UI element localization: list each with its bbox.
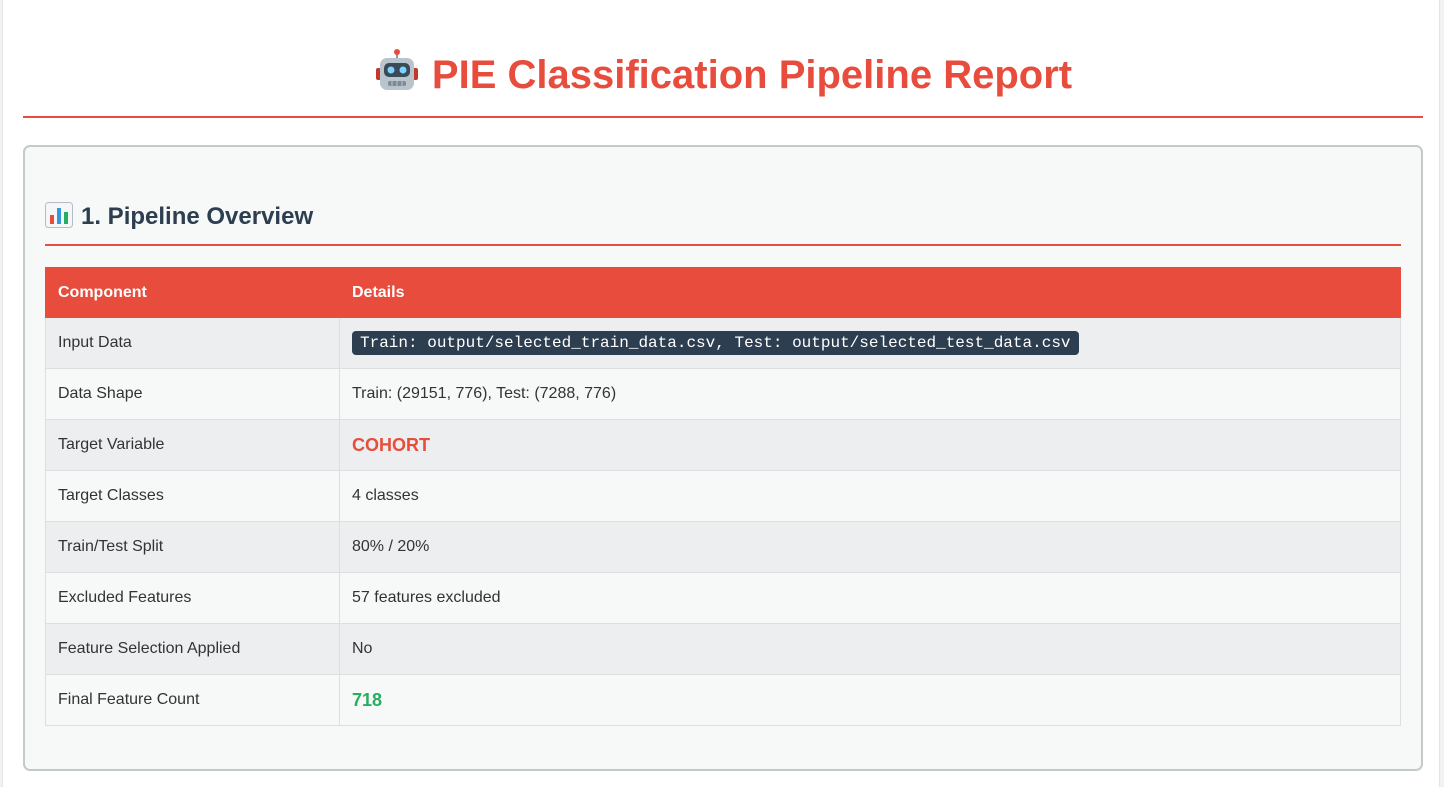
table-row: Target Classes 4 classes: [45, 470, 1401, 522]
table-row: Input Data Train: output/selected_train_…: [45, 317, 1401, 369]
row-value: COHORT: [339, 419, 1401, 471]
section-heading-text: 1. Pipeline Overview: [81, 203, 314, 230]
table-row: Target Variable COHORT: [45, 419, 1401, 471]
row-label: Target Variable: [45, 419, 340, 471]
row-value: Train: (29151, 776), Test: (7288, 776): [339, 368, 1401, 420]
pipeline-overview-section: 1. Pipeline Overview Component Details I…: [23, 145, 1423, 771]
row-label: Excluded Features: [45, 572, 340, 624]
row-label: Input Data: [45, 317, 340, 369]
row-value: Train: output/selected_train_data.csv, T…: [339, 317, 1401, 369]
robot-icon: [375, 49, 418, 90]
page-title: PIE Classification Pipeline Report: [23, 48, 1423, 101]
page-title-text: PIE Classification Pipeline Report: [431, 53, 1073, 97]
input-data-code: Train: output/selected_train_data.csv, T…: [352, 331, 1079, 355]
row-value: 4 classes: [339, 470, 1401, 522]
row-label: Final Feature Count: [45, 674, 340, 726]
pipeline-overview-table: Component Details Input Data Train: outp…: [45, 267, 1401, 726]
table-header-row: Component Details: [45, 267, 1401, 318]
title-divider: [23, 116, 1423, 118]
report-page: PIE Classification Pipeline Report 1. Pi…: [2, 0, 1440, 787]
row-label: Target Classes: [45, 470, 340, 522]
row-label: Data Shape: [45, 368, 340, 420]
row-label: Feature Selection Applied: [45, 623, 340, 675]
column-header-details: Details: [339, 267, 1401, 318]
table-row: Excluded Features 57 features excluded: [45, 572, 1401, 624]
row-label: Train/Test Split: [45, 521, 340, 573]
row-value: No: [339, 623, 1401, 675]
table-row: Data Shape Train: (29151, 776), Test: (7…: [45, 368, 1401, 420]
row-value: 80% / 20%: [339, 521, 1401, 573]
table-row: Train/Test Split 80% / 20%: [45, 521, 1401, 573]
bar-chart-icon: [45, 202, 73, 228]
table-row: Final Feature Count 718: [45, 674, 1401, 726]
table-row: Feature Selection Applied No: [45, 623, 1401, 675]
target-variable-value: COHORT: [352, 434, 430, 455]
row-value: 718: [339, 674, 1401, 726]
section-divider: [45, 244, 1401, 246]
row-value: 57 features excluded: [339, 572, 1401, 624]
section-heading: 1. Pipeline Overview: [45, 201, 313, 233]
final-feature-count-value: 718: [352, 689, 383, 710]
column-header-component: Component: [45, 267, 340, 318]
